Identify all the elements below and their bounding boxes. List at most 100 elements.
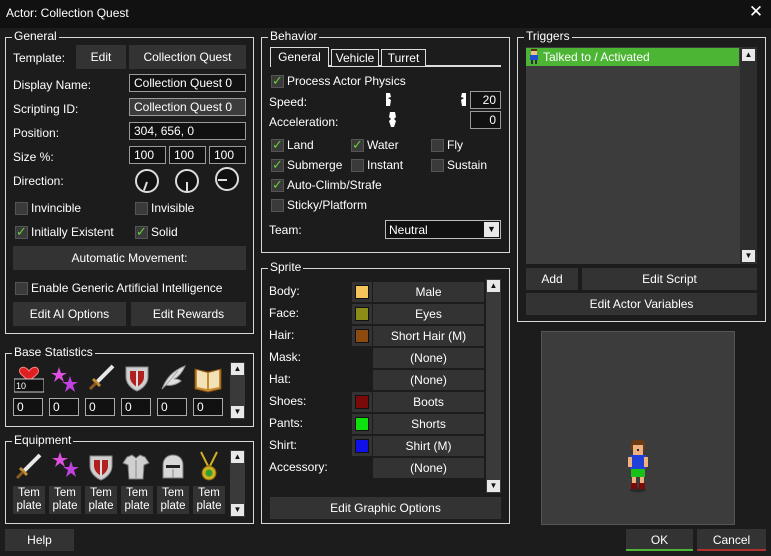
equip-template-button-5[interactable]: Tem plate bbox=[157, 486, 189, 514]
stat-value-1[interactable]: 0 bbox=[13, 398, 43, 416]
sprite-color-swatch[interactable] bbox=[352, 326, 372, 346]
equipment-scroll-down[interactable]: ▼ bbox=[231, 504, 244, 516]
sword-icon bbox=[87, 363, 117, 393]
stat-value-5[interactable]: 0 bbox=[157, 398, 187, 416]
tab-turret-label: Turret bbox=[387, 51, 420, 65]
stat-value-2[interactable]: 0 bbox=[49, 398, 79, 416]
speed-field[interactable]: 20 bbox=[470, 91, 501, 109]
equip-template-button-2[interactable]: Tem plate bbox=[49, 486, 81, 514]
sprite-label: Hair: bbox=[269, 328, 295, 342]
stat-value-4[interactable]: 0 bbox=[121, 398, 151, 416]
triggers-scroll-down[interactable]: ▼ bbox=[742, 250, 755, 262]
edit-script-button[interactable]: Edit Script bbox=[582, 268, 757, 290]
sprite-scrollbar[interactable] bbox=[486, 279, 501, 493]
direction-dial-y[interactable] bbox=[175, 169, 199, 193]
direction-dial-x[interactable] bbox=[135, 169, 159, 193]
direction-label: Direction: bbox=[13, 174, 64, 188]
base-stats-scroll-down[interactable]: ▼ bbox=[231, 406, 244, 418]
triggers-list[interactable] bbox=[526, 47, 757, 264]
sprite-color-swatch[interactable] bbox=[352, 414, 372, 434]
acceleration-slider[interactable] bbox=[383, 111, 469, 129]
equip-helmet-icon bbox=[158, 452, 188, 482]
equip-template-button-1[interactable]: Tem plate bbox=[13, 486, 45, 514]
equip-template-label-bottom: plate bbox=[124, 500, 150, 512]
submerge-checkbox[interactable] bbox=[271, 157, 284, 173]
sprite-part-button[interactable]: Shirt (M) bbox=[373, 436, 484, 456]
initially-existent-checkbox[interactable] bbox=[15, 224, 28, 240]
team-dropdown[interactable]: Neutral ▼ bbox=[385, 220, 501, 239]
tab-vehicle[interactable]: Vehicle bbox=[331, 49, 379, 66]
sprite-part-button[interactable]: (None) bbox=[373, 348, 484, 368]
water-checkbox[interactable] bbox=[351, 137, 364, 153]
equip-template-button-3[interactable]: Tem plate bbox=[85, 486, 117, 514]
edit-actor-variables-button[interactable]: Edit Actor Variables bbox=[526, 293, 757, 315]
equip-template-button-4[interactable]: Tem plate bbox=[121, 486, 153, 514]
sprite-part-button[interactable]: Male bbox=[373, 282, 484, 302]
template-edit-button[interactable]: Edit bbox=[76, 45, 126, 69]
land-checkbox[interactable] bbox=[271, 137, 284, 153]
sprite-part-button[interactable]: Eyes bbox=[373, 304, 484, 324]
sticky-checkbox[interactable] bbox=[271, 199, 284, 212]
sprite-part-button[interactable]: Boots bbox=[373, 392, 484, 412]
direction-dial-z[interactable] bbox=[215, 167, 239, 191]
automatic-movement-button[interactable]: Automatic Movement: bbox=[13, 246, 246, 270]
invincible-checkbox[interactable] bbox=[15, 202, 28, 215]
size-y-field[interactable]: 100 bbox=[169, 146, 206, 164]
speed-slider[interactable] bbox=[383, 92, 469, 108]
edit-rewards-button[interactable]: Edit Rewards bbox=[131, 302, 246, 326]
sustain-checkbox[interactable] bbox=[431, 159, 444, 172]
sprite-part-button[interactable]: Shorts bbox=[373, 414, 484, 434]
equip-template-label-top: Tem bbox=[126, 487, 148, 499]
display-name-field[interactable]: Collection Quest 0 bbox=[129, 74, 246, 92]
sprite-label: Mask: bbox=[269, 350, 302, 364]
equip-sword-icon bbox=[14, 452, 44, 482]
sprite-part-button[interactable]: (None) bbox=[373, 458, 484, 478]
book-icon bbox=[193, 365, 223, 393]
close-icon[interactable]: ✕ bbox=[746, 2, 766, 24]
triggers-scroll-up[interactable]: ▲ bbox=[742, 49, 755, 61]
base-stats-scroll-up[interactable]: ▲ bbox=[231, 363, 244, 375]
trigger-item-talked[interactable]: Talked to / Activated bbox=[526, 48, 739, 66]
enable-ai-checkbox[interactable] bbox=[15, 282, 28, 295]
tab-general[interactable]: General bbox=[270, 47, 329, 67]
triggers-scrollbar[interactable] bbox=[740, 47, 757, 264]
sprite-color-fill bbox=[355, 439, 369, 453]
scripting-id-field[interactable]: Collection Quest 0 bbox=[129, 98, 246, 116]
cancel-button[interactable]: Cancel bbox=[697, 529, 766, 551]
template-name-button[interactable]: Collection Quest bbox=[129, 45, 246, 69]
size-x-field[interactable]: 100 bbox=[129, 146, 166, 164]
template-label: Template: bbox=[13, 51, 66, 65]
solid-checkbox[interactable] bbox=[135, 224, 148, 240]
sprite-color-swatch[interactable] bbox=[352, 282, 372, 302]
add-trigger-button[interactable]: Add bbox=[526, 268, 578, 290]
tab-turret[interactable]: Turret bbox=[381, 49, 426, 66]
invisible-checkbox[interactable] bbox=[135, 202, 148, 215]
equip-template-label-bottom: plate bbox=[16, 500, 42, 512]
size-z-field[interactable]: 100 bbox=[209, 146, 246, 164]
sprite-color-swatch[interactable] bbox=[352, 436, 372, 456]
sprite-label: Body: bbox=[269, 284, 300, 298]
process-physics-checkbox[interactable] bbox=[271, 73, 284, 89]
equipment-scroll-up[interactable]: ▲ bbox=[231, 451, 244, 463]
sprite-label: Shirt: bbox=[269, 438, 298, 452]
instant-label: Instant bbox=[367, 158, 404, 172]
tab-general-label: General bbox=[278, 50, 321, 64]
help-button[interactable]: Help bbox=[5, 529, 74, 551]
edit-ai-options-button[interactable]: Edit AI Options bbox=[13, 302, 126, 326]
instant-checkbox[interactable] bbox=[351, 159, 364, 172]
stat-value-6[interactable]: 0 bbox=[193, 398, 223, 416]
equip-template-button-6[interactable]: Tem plate bbox=[193, 486, 225, 514]
sprite-scroll-up[interactable]: ▲ bbox=[487, 280, 500, 292]
auto-climb-checkbox[interactable] bbox=[271, 177, 284, 193]
stat-value-3[interactable]: 0 bbox=[85, 398, 115, 416]
edit-graphic-options-button[interactable]: Edit Graphic Options bbox=[270, 497, 501, 519]
sprite-color-swatch[interactable] bbox=[352, 304, 372, 324]
ok-button[interactable]: OK bbox=[626, 529, 693, 551]
sprite-part-button[interactable]: (None) bbox=[373, 370, 484, 390]
position-field[interactable]: 304, 656, 0 bbox=[129, 122, 246, 140]
sprite-color-swatch[interactable] bbox=[352, 392, 372, 412]
acceleration-field[interactable]: 0 bbox=[470, 111, 501, 129]
fly-checkbox[interactable] bbox=[431, 139, 444, 152]
sprite-part-button[interactable]: Short Hair (M) bbox=[373, 326, 484, 346]
sprite-scroll-down[interactable]: ▼ bbox=[487, 480, 500, 492]
